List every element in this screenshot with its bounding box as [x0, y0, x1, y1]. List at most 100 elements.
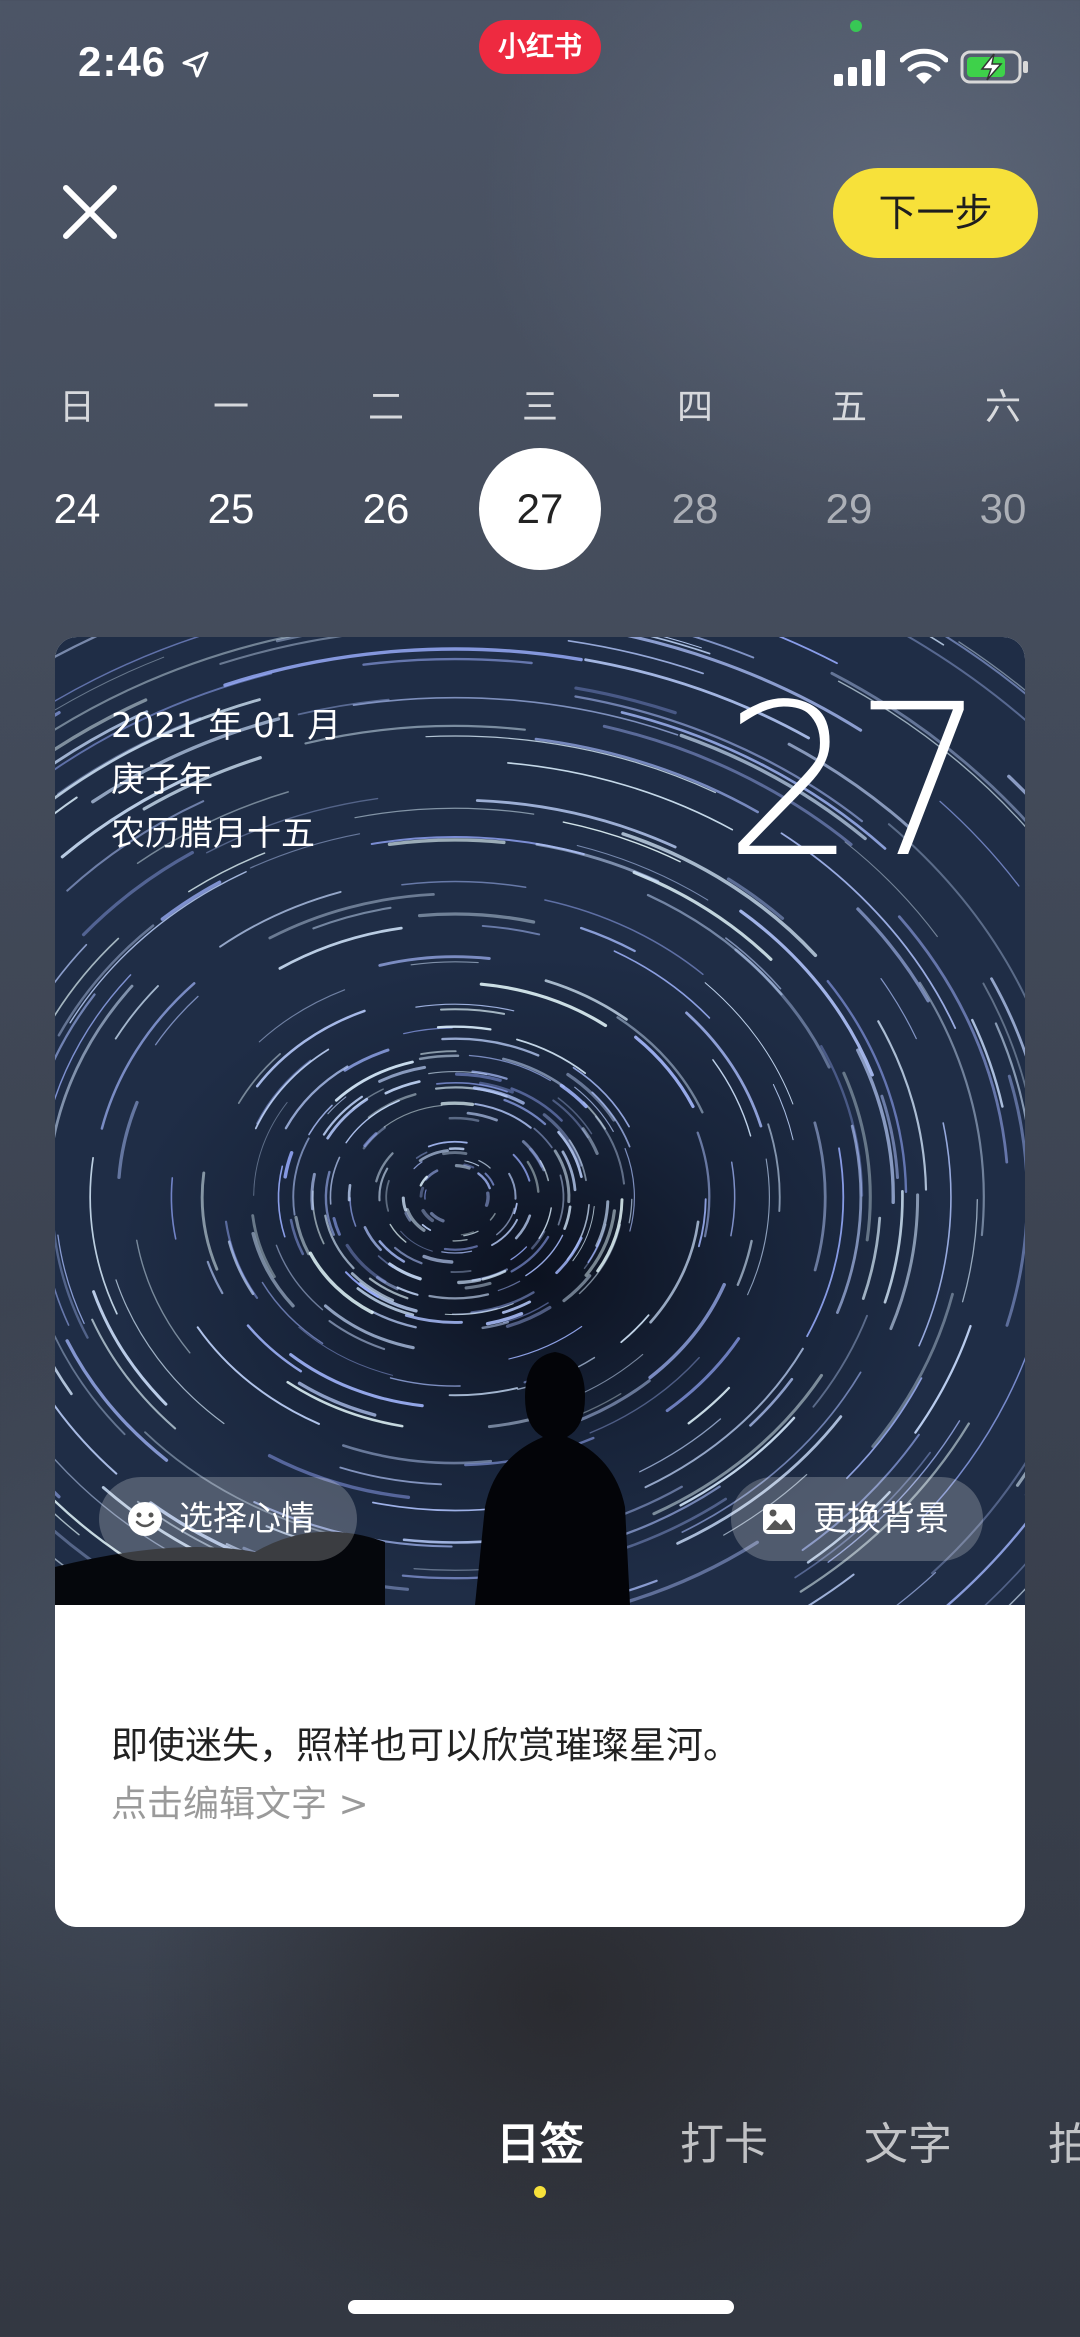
star-trail: [712, 1059, 752, 1137]
star-trail: [487, 1418, 532, 1429]
star-trail: [410, 961, 479, 966]
star-trail: [533, 1127, 553, 1149]
star-trail: [389, 1223, 407, 1243]
star-trail: [1005, 1074, 1025, 1327]
select-mood-button[interactable]: 选择心情: [99, 1477, 357, 1561]
star-trail: [55, 796, 78, 815]
star-trail: [736, 1239, 753, 1286]
week-date-row: 24 25 26 27 28 29 30: [0, 448, 1080, 570]
star-trail: [491, 1218, 518, 1247]
change-background-button[interactable]: 更换背景: [731, 1477, 983, 1561]
next-step-button[interactable]: 下一步: [833, 168, 1038, 258]
tab-photo[interactable]: 拍: [1048, 2108, 1080, 2172]
star-trail: [278, 926, 403, 970]
star-trail: [704, 982, 794, 1105]
star-trail: [510, 1235, 550, 1273]
date-24[interactable]: 24: [16, 448, 138, 570]
star-trail: [896, 1571, 937, 1605]
star-trail: [92, 1290, 168, 1406]
home-indicator[interactable]: [348, 2300, 734, 2314]
star-trail: [419, 1186, 425, 1198]
star-trail: [883, 1190, 904, 1304]
weekday-tue: 二: [367, 387, 404, 428]
star-trail: [349, 1197, 357, 1227]
star-trail: [55, 1229, 89, 1339]
star-trail: [450, 1269, 472, 1274]
card-text-area[interactable]: 即使迷失，照样也可以欣赏璀璨星河。 点击编辑文字 >: [55, 1605, 1025, 1927]
star-trail: [464, 1281, 492, 1290]
star-trail: [404, 1314, 463, 1324]
star-trail: [448, 1116, 480, 1122]
star-trail: [363, 1132, 378, 1148]
star-trail: [1008, 1588, 1025, 1605]
close-button[interactable]: [58, 180, 122, 244]
star-trail: [154, 995, 199, 1046]
star-trail: [246, 1324, 303, 1373]
date-30[interactable]: 30: [942, 448, 1064, 570]
star-trail: [396, 1286, 419, 1296]
star-trail: [620, 1314, 650, 1344]
star-trail: [329, 1156, 341, 1205]
star-trail: [563, 1205, 572, 1230]
star-trail: [383, 1104, 443, 1128]
location-arrow-icon: [182, 51, 209, 78]
weekday-sat: 六: [984, 387, 1021, 428]
star-trail: [55, 637, 363, 646]
weekday-fri: 五: [830, 387, 867, 428]
card-day-number: 27: [723, 659, 987, 904]
star-trail: [730, 1161, 736, 1237]
weekday-sun: 日: [58, 387, 95, 428]
star-trail: [739, 909, 874, 1077]
star-trail: [572, 1206, 595, 1262]
date-28[interactable]: 28: [634, 448, 756, 570]
star-trail: [508, 1325, 583, 1360]
star-trail: [255, 1009, 366, 1088]
star-trail: [417, 912, 536, 924]
active-tab-indicator: [534, 2186, 546, 2198]
star-trail: [196, 1326, 320, 1425]
star-trail: [440, 1101, 475, 1107]
tab-daily-sign[interactable]: 日签: [496, 2108, 584, 2172]
tab-check-in[interactable]: 打卡: [680, 2108, 768, 2172]
star-trail: [897, 915, 1009, 1164]
star-trail: [856, 907, 930, 1003]
select-mood-label: 选择心情: [179, 1499, 315, 1539]
star-trail: [557, 1174, 565, 1226]
star-trail: [253, 1102, 288, 1196]
star-trail: [481, 1269, 507, 1281]
card-background-photo: 2021 年 01 月 庚子年 农历腊月十五 27 选择心情 更换背景: [55, 637, 1025, 1605]
star-trail: [294, 1215, 311, 1256]
star-trail: [428, 1293, 490, 1300]
star-trail: [55, 1365, 73, 1396]
weekday-wed: 三: [521, 387, 558, 428]
star-trail: [424, 1189, 427, 1200]
app-badge[interactable]: 小红书: [479, 20, 601, 74]
star-trail: [871, 1292, 954, 1448]
star-trail: [514, 1214, 532, 1240]
card-quote[interactable]: 即使迷失，照样也可以欣赏璀璨星河。: [111, 1715, 740, 1769]
date-25[interactable]: 25: [170, 448, 292, 570]
star-trail: [311, 1190, 325, 1245]
card-date-info: 2021 年 01 月 庚子年 农历腊月十五: [111, 699, 341, 861]
edit-text-link[interactable]: 点击编辑文字 >: [111, 1775, 369, 1827]
privacy-indicator-dot: [850, 20, 862, 32]
star-trail: [55, 1557, 83, 1580]
star-trail: [555, 1236, 583, 1275]
star-trail: [484, 1191, 490, 1207]
star-trail: [114, 985, 159, 1040]
star-trail: [362, 657, 533, 666]
star-trail: [812, 1314, 868, 1408]
date-29[interactable]: 29: [788, 448, 910, 570]
star-trail: [55, 984, 134, 1139]
battery-charging-icon: [960, 50, 1028, 84]
star-trail: [283, 1151, 294, 1179]
date-27-selected[interactable]: 27: [479, 448, 601, 570]
star-trail: [310, 1172, 316, 1211]
star-trail: [442, 1151, 468, 1156]
star-trail: [665, 1337, 741, 1413]
date-26[interactable]: 26: [325, 448, 447, 570]
star-trail: [452, 1239, 468, 1242]
star-trail: [697, 1198, 707, 1248]
star-trail: [646, 893, 783, 996]
tab-text[interactable]: 文字: [864, 2108, 952, 2172]
